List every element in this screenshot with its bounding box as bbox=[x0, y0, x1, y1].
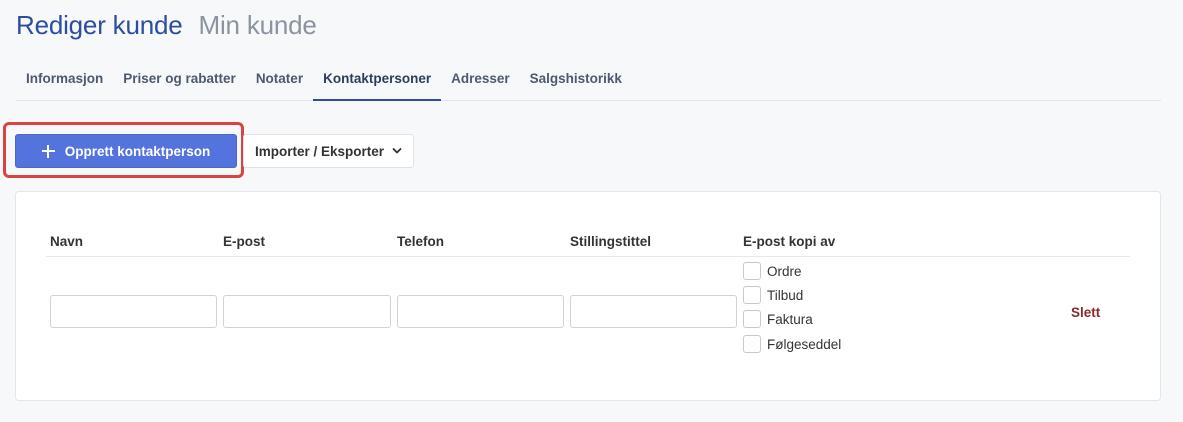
delete-contact-link[interactable]: Slett bbox=[1071, 305, 1100, 320]
faktura-label: Faktura bbox=[767, 311, 813, 327]
column-header-phone: Telefon bbox=[397, 234, 444, 249]
faktura-checkbox[interactable] bbox=[743, 310, 761, 328]
create-contact-button[interactable]: Opprett kontaktperson bbox=[15, 134, 237, 168]
page-header: Rediger kunde Min kunde bbox=[16, 10, 317, 41]
page-title: Rediger kunde bbox=[16, 10, 183, 40]
column-header-job-title: Stillingstittel bbox=[570, 234, 651, 249]
copy-option-faktura[interactable]: Faktura bbox=[743, 310, 813, 328]
copy-option-ordre[interactable]: Ordre bbox=[743, 262, 802, 280]
table-header-divider bbox=[46, 256, 1130, 257]
folgeseddel-label: Følgeseddel bbox=[767, 336, 842, 352]
plus-icon bbox=[41, 144, 55, 158]
column-header-name: Navn bbox=[50, 234, 84, 249]
column-header-email: E-post bbox=[223, 234, 265, 249]
import-export-label: Importer / Eksporter bbox=[254, 143, 385, 159]
ordre-label: Ordre bbox=[767, 263, 802, 279]
folgeseddel-checkbox[interactable] bbox=[743, 335, 761, 353]
create-contact-label: Opprett kontaktperson bbox=[64, 143, 211, 159]
tilbud-checkbox[interactable] bbox=[743, 286, 761, 304]
tab-kontaktpersoner[interactable]: Kontaktpersoner bbox=[313, 56, 442, 101]
tab-informasjon[interactable]: Informasjon bbox=[16, 56, 113, 100]
column-header-email-copy: E-post kopi av bbox=[743, 234, 836, 249]
tilbud-label: Tilbud bbox=[767, 287, 804, 303]
name-input[interactable] bbox=[50, 295, 217, 328]
phone-input[interactable] bbox=[397, 295, 564, 328]
page-subtitle: Min kunde bbox=[198, 10, 317, 40]
chevron-down-icon bbox=[392, 148, 402, 154]
job-title-input[interactable] bbox=[570, 295, 737, 328]
copy-option-folgeseddel[interactable]: Følgeseddel bbox=[743, 335, 841, 353]
ordre-checkbox[interactable] bbox=[743, 262, 761, 280]
tab-priser-og-rabatter[interactable]: Priser og rabatter bbox=[113, 56, 246, 100]
tab-salgshistorikk[interactable]: Salgshistorikk bbox=[520, 56, 632, 100]
copy-option-tilbud[interactable]: Tilbud bbox=[743, 286, 803, 304]
tab-adresser[interactable]: Adresser bbox=[441, 56, 520, 100]
import-export-button[interactable]: Importer / Eksporter bbox=[243, 134, 414, 168]
email-input[interactable] bbox=[223, 295, 391, 328]
tab-notater[interactable]: Notater bbox=[246, 56, 313, 100]
tab-bar: Informasjon Priser og rabatter Notater K… bbox=[16, 56, 1161, 101]
